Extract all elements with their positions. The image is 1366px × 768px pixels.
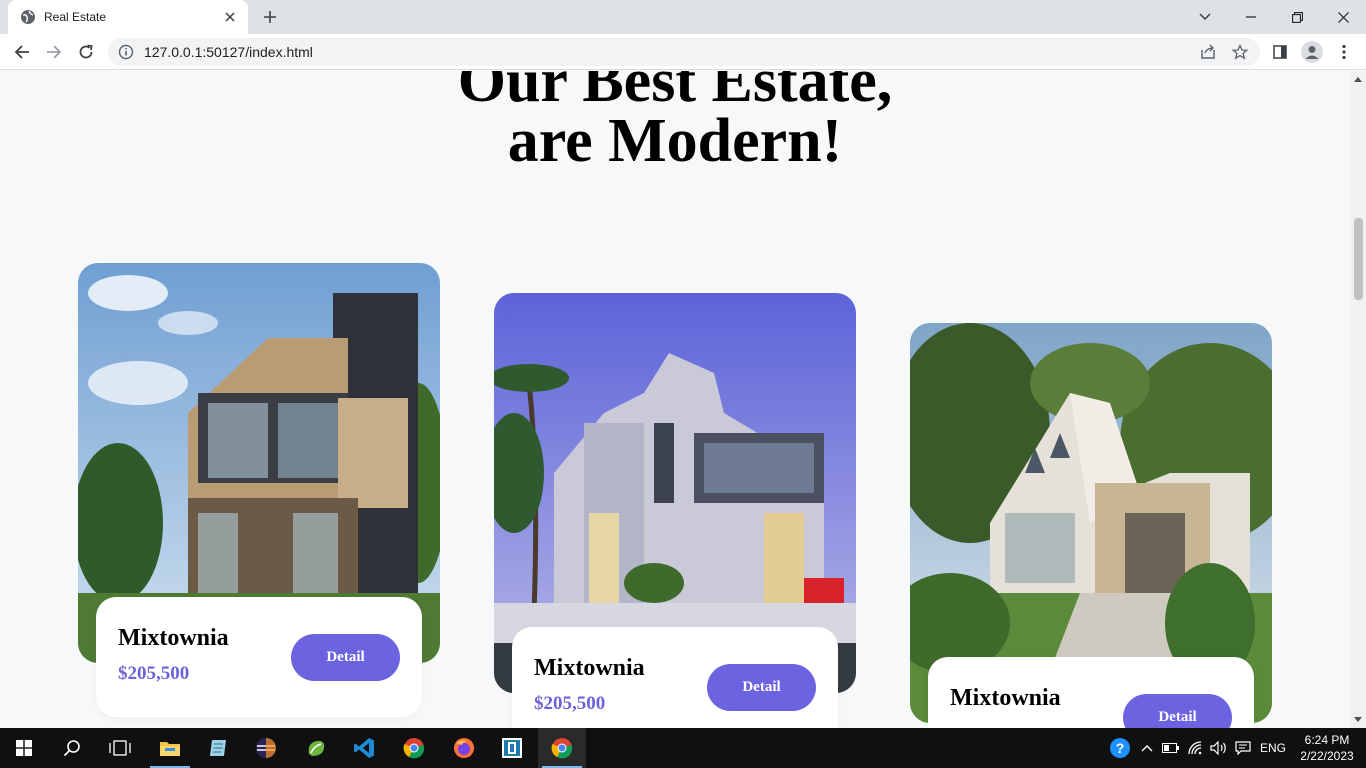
spring-tool-icon[interactable] (292, 728, 340, 768)
scrollbar-thumb[interactable] (1354, 218, 1363, 300)
property-name: Mixtownia (534, 655, 645, 681)
notepad-icon[interactable] (194, 728, 242, 768)
file-explorer-icon[interactable] (146, 728, 194, 768)
property-name: Mixtownia (950, 685, 1061, 711)
browser-toolbar: 127.0.0.1:50127/index.html (0, 34, 1366, 70)
section-heading-line2: are Modern! (507, 107, 843, 175)
volume-icon[interactable] (1208, 728, 1230, 768)
property-info: Mixtownia Detail (928, 657, 1254, 728)
menu-kebab-icon[interactable] (1330, 38, 1358, 66)
clock-date: 2/22/2023 (1300, 749, 1354, 763)
property-price: $205,500 (118, 663, 190, 684)
back-icon[interactable] (8, 38, 36, 66)
wifi-icon[interactable] (1186, 728, 1208, 768)
globe-icon (20, 9, 36, 25)
chrome-icon[interactable] (538, 728, 586, 768)
reload-icon[interactable] (72, 38, 100, 66)
property-info: Mixtownia $205,500 Detail (96, 597, 422, 717)
battery-icon[interactable] (1160, 728, 1182, 768)
eclipse-icon[interactable] (242, 728, 290, 768)
property-name: Mixtownia (118, 625, 229, 651)
language-indicator[interactable]: ENG (1258, 728, 1288, 768)
detail-button[interactable]: Detail (291, 634, 400, 681)
new-tab-button[interactable] (258, 6, 282, 28)
scroll-down-icon[interactable] (1354, 717, 1362, 722)
bookmark-star-icon[interactable] (1228, 38, 1252, 66)
task-view-icon[interactable] (96, 728, 144, 768)
chevron-up-icon[interactable] (1138, 728, 1156, 768)
help-icon[interactable]: ? (1108, 728, 1132, 768)
svg-text:?: ? (1116, 740, 1125, 756)
vscode-icon[interactable] (340, 728, 388, 768)
address-bar[interactable]: 127.0.0.1:50127/index.html (108, 38, 1260, 66)
tab-search-icon[interactable] (1182, 0, 1228, 34)
detail-button[interactable]: Detail (707, 664, 816, 711)
scroll-up-icon[interactable] (1354, 77, 1362, 82)
detail-button[interactable]: Detail (1123, 694, 1232, 728)
restore-icon[interactable] (1274, 0, 1320, 34)
windows-start-icon[interactable] (0, 728, 48, 768)
minimize-icon[interactable] (1228, 0, 1274, 34)
tab-title: Real Estate (44, 10, 107, 24)
share-icon[interactable] (1196, 38, 1220, 66)
url-text: 127.0.0.1:50127/index.html (144, 44, 313, 60)
property-price: $205,500 (534, 693, 606, 714)
app-icon[interactable] (488, 728, 536, 768)
notification-message-icon[interactable] (1232, 728, 1254, 768)
tab-strip: Real Estate (0, 0, 1366, 34)
system-clock[interactable]: 6:24 PM 2/22/2023 (1292, 728, 1362, 768)
firefox-icon[interactable] (440, 728, 488, 768)
close-tab-icon[interactable] (222, 9, 238, 25)
side-panel-icon[interactable] (1266, 38, 1294, 66)
page-scrollbar[interactable] (1350, 71, 1366, 728)
close-window-icon[interactable] (1320, 0, 1366, 34)
chrome-icon[interactable] (390, 728, 438, 768)
property-info: Mixtownia $205,500 Detail (512, 627, 838, 728)
profile-avatar-icon[interactable] (1298, 38, 1326, 66)
site-info-icon[interactable] (118, 44, 134, 60)
page-viewport: Our Best Estate, are Modern! Mixtownia $… (0, 71, 1350, 728)
clock-time: 6:24 PM (1304, 733, 1350, 747)
windows-taskbar: ? ENG 6:24 PM 2/22/2023 (0, 728, 1366, 768)
search-icon[interactable] (48, 728, 96, 768)
forward-icon[interactable] (40, 38, 68, 66)
browser-tab[interactable]: Real Estate (8, 0, 248, 34)
